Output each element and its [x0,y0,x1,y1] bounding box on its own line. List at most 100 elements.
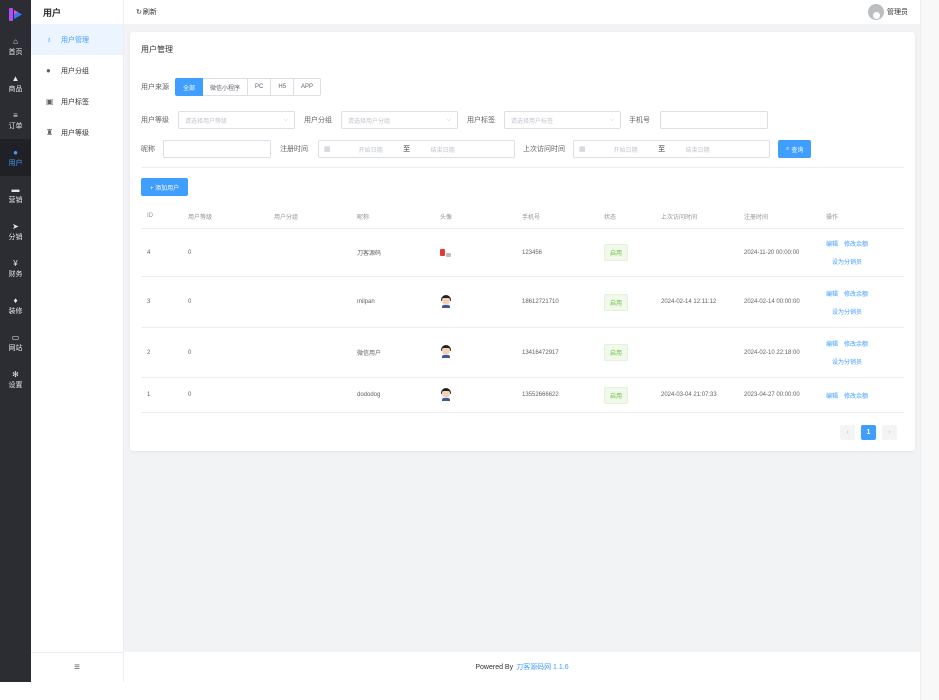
search-button[interactable]: ⌕ 查询 [778,140,812,158]
divider [141,167,904,168]
edit-link[interactable]: 编辑 [826,391,838,400]
edit-link[interactable]: 编辑 [826,289,838,298]
nav-item-7[interactable]: ♦ 装修 [0,287,31,324]
submenu-item-label: 用户分组 [61,67,89,75]
refresh-button[interactable]: ↻ 刷新 [136,7,157,17]
page-button-1[interactable]: 1 [861,425,876,440]
cell-actions: 编辑 修改余额 [820,391,904,400]
nav-item-2[interactable]: ≡ 订单 [0,102,31,139]
add-user-button[interactable]: + 添加用户 [141,178,189,196]
modify-balance-link[interactable]: 修改余额 [844,239,868,248]
source-option-2[interactable]: PC [248,78,272,96]
cell-avatar [434,387,516,403]
actions-group: 编辑 修改余额设为分销员 [826,339,904,366]
last-visit-date-range[interactable]: ▦ 开始日期 至 结束日期 [573,140,770,158]
source-option-0[interactable]: 全部 [175,78,204,96]
group-placeholder: 请选择用户分组 [348,118,391,125]
nickname-input[interactable] [163,140,271,158]
nav-item-label: 财务 [8,270,23,278]
submenu-item-2[interactable]: ▣ 用户标签 [31,86,123,117]
next-page-button[interactable]: › [882,425,897,440]
primary-sidebar: ⌂ 首页 ▲ 商品 ≡ 订单 ● 用户 ▬ 营销 ➤ 分销 ¥ 财务 ♦ 装修 ▭ 网站 ✻ 设置 [0,0,31,682]
footer-brand-link[interactable]: 刀客源码网 1.1.6 [516,662,569,672]
nav-item-8[interactable]: ▭ 网站 [0,324,31,361]
level-select[interactable]: 请选择用户等级 ⌵ [178,111,295,129]
prev-page-button[interactable]: ‹ [840,425,855,440]
phone-input[interactable] [660,111,768,129]
cell-status: 启用 [598,244,655,261]
app-logo[interactable] [0,0,31,28]
register-time-label: 注册时间 [280,146,308,153]
set-distributor-link[interactable]: 设为分销员 [832,360,862,366]
nav-item-label: 分销 [8,233,23,241]
user-avatar-icon [868,4,884,20]
tag-select[interactable]: 请选择用户标签 ⌵ [504,111,621,129]
nav-item-3[interactable]: ● 用户 [0,139,31,176]
submenu-title: 用户 [43,8,62,18]
group-label: 用户分组 [304,117,332,124]
actions-line: 设为分销员 [826,257,904,266]
search-icon: ⌕ [786,145,790,152]
range-separator: 至 [658,146,666,153]
cell-phone: 123456 [522,249,543,256]
top-header: ↻ 刷新 管理员 [124,0,920,24]
nav-item-4[interactable]: ▬ 营销 [0,176,31,213]
chevron-down-icon: ⌵ [446,116,451,123]
table-row: 1 0 dododog 13552666622 启用 2024-03-04 21:07:3… [141,378,904,413]
modify-balance-link[interactable]: 修改余额 [844,289,868,298]
actions-line: 编辑 修改余额 [826,289,904,298]
pagination: ‹ 1 › [840,425,897,440]
actions-line: 编辑 修改余额 [826,391,904,400]
source-filter-row: 用户来源 全部 微信小程序 PC H5 APP [141,78,322,96]
modify-balance-link[interactable]: 修改余额 [844,391,868,400]
source-option-1[interactable]: 微信小程序 [203,78,249,96]
refresh-icon: ↻ [136,9,142,16]
nickname-label: 昵称 [141,146,155,153]
avatar-face-icon [440,387,452,401]
tag-label: 用户标签 [467,117,495,124]
source-label: 用户来源 [141,84,169,91]
actions-group: 编辑 修改余额 [826,391,904,400]
user-menu[interactable]: 管理员 [868,4,908,20]
source-radio-group: 全部 微信小程序 PC H5 APP [175,78,322,96]
nav-item-6[interactable]: ¥ 财务 [0,250,31,287]
edit-link[interactable]: 编辑 [826,239,838,248]
nav-item-9[interactable]: ✻ 设置 [0,361,31,398]
cell-phone: 18612721710 [522,299,559,305]
nav-item-5[interactable]: ➤ 分销 [0,213,31,250]
source-option-4[interactable]: APP [294,78,322,96]
nav-item-1[interactable]: ▲ 商品 [0,65,31,102]
group-select[interactable]: 请选择用户分组 ⌵ [341,111,458,129]
end-date-placeholder: 结束日期 [430,147,455,154]
column-header: 昵称 [357,214,370,221]
status-badge: 启用 [604,344,629,361]
set-distributor-link[interactable]: 设为分销员 [832,260,862,266]
calendar-icon: ▦ [324,146,331,153]
nav-item-0[interactable]: ⌂ 首页 [0,28,31,65]
submenu-item-1[interactable]: ● 用户分组 [31,55,123,86]
column-header: 手机号 [522,214,541,221]
chevron-down-icon: ⌵ [609,116,614,123]
register-date-range[interactable]: ▦ 开始日期 至 结束日期 [318,140,515,158]
actions-line: 设为分销员 [826,307,904,316]
modify-balance-link[interactable]: 修改余额 [844,339,868,348]
nav-item-label: 营销 [8,196,23,204]
source-option-3[interactable]: H5 [271,78,295,96]
order-icon: ≡ [13,110,18,120]
end-date-placeholder: 结束日期 [685,147,710,154]
last-visit-label: 上次访问时间 [523,146,565,153]
set-distributor-link[interactable]: 设为分销员 [832,310,862,316]
tag-icon: ▣ [46,97,54,106]
nav-item-label: 用户 [8,159,23,167]
collapse-menu-icon[interactable]: ≡ [31,652,123,682]
level-placeholder: 请选择用户等级 [185,118,228,125]
submenu-item-3[interactable]: ♜ 用户等级 [31,117,123,148]
submenu-item-0[interactable]: ♁ 用户管理 [31,24,123,55]
edit-link[interactable]: 编辑 [826,339,838,348]
cell-nickname: 刀客源码 [357,251,382,257]
table-header: ID 用户等级 用户分组 昵称 头像 手机号 状态 上次访问时间 注册时间 操作 [141,204,904,229]
cell-level: 0 [188,392,192,398]
column-header: 上次访问时间 [661,214,698,221]
logo-icon [9,7,22,21]
page-scrollbar[interactable] [920,0,939,700]
